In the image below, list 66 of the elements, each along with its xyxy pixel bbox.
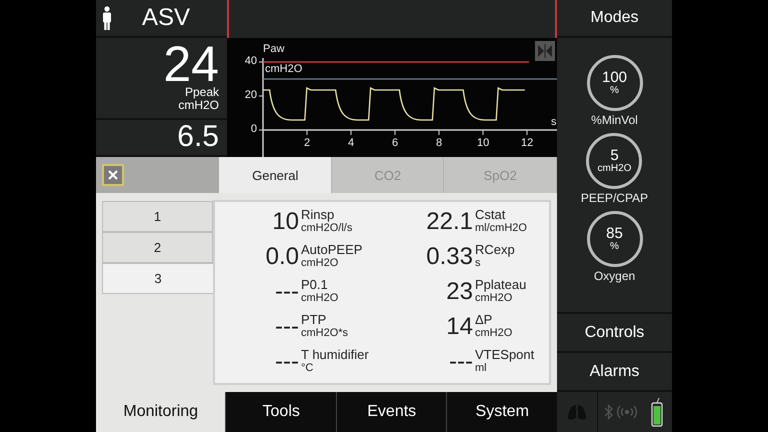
x-tick-label: 10 bbox=[477, 137, 490, 149]
parameter-name: P0.1 bbox=[301, 278, 329, 292]
control-name: %MinVol bbox=[591, 113, 638, 127]
parameter-value: 14 bbox=[445, 314, 473, 340]
close-icon bbox=[108, 170, 118, 180]
parameter-name: VTESpont bbox=[475, 348, 536, 362]
parameter-name: Cstat bbox=[475, 208, 506, 222]
parameter-unit: °C bbox=[301, 362, 314, 375]
control-name: PEEP/CPAP bbox=[580, 191, 648, 205]
x-unit-label: s bbox=[551, 116, 556, 128]
page-tab[interactable]: 1 bbox=[102, 201, 213, 232]
x-tick-label: 2 bbox=[304, 137, 310, 149]
y-tick-label: 20 bbox=[244, 89, 257, 101]
page-tab[interactable]: 3 bbox=[102, 263, 213, 294]
parameter-unit: cmH2O bbox=[301, 257, 340, 270]
parameter-name: Rinsp bbox=[301, 208, 336, 222]
parameter-group-tab[interactable]: General bbox=[219, 157, 332, 193]
x-tick-label: 4 bbox=[348, 137, 354, 149]
parameter-value: --- bbox=[274, 348, 299, 374]
parameter-unit: cmH2O bbox=[475, 292, 514, 305]
parameter-unit: cmH2O bbox=[475, 327, 514, 340]
control-name: Oxygen bbox=[594, 269, 636, 283]
page-tab[interactable]: 2 bbox=[102, 232, 213, 263]
y-tick-label: 0 bbox=[250, 123, 257, 135]
parameter-value: --- bbox=[448, 348, 473, 374]
parameter-unit: cmH2O bbox=[301, 292, 340, 305]
y-tick-label: 40 bbox=[244, 55, 257, 67]
waveform-title: Paw bbox=[263, 43, 284, 55]
reading-unit: cmH2O bbox=[178, 99, 219, 112]
parameter-unit: ml/cmH2O bbox=[475, 222, 528, 235]
parameter-name: PTP bbox=[301, 313, 328, 327]
parameter-name: Pplateau bbox=[475, 278, 528, 292]
parameter-value: 23 bbox=[445, 278, 473, 304]
parameter-value: 10 bbox=[271, 208, 299, 234]
control-dial[interactable]: 5 cmH2O bbox=[586, 133, 642, 189]
parameter-value: 0.0 bbox=[264, 244, 299, 270]
mode-label: ASV bbox=[142, 4, 190, 32]
parameter-unit: ml bbox=[475, 362, 488, 375]
reading-name: Ppeak bbox=[184, 86, 219, 99]
x-tick-label: 6 bbox=[392, 137, 398, 149]
waveform-unit: cmH2O bbox=[265, 63, 302, 75]
nav-tab[interactable]: Tools bbox=[225, 392, 336, 432]
parameter-name: T humidifier bbox=[301, 348, 370, 362]
parameter-name: RCexp bbox=[475, 243, 516, 257]
x-tick-label: 8 bbox=[436, 137, 442, 149]
parameter-unit: cmH2O*s bbox=[301, 327, 350, 340]
person-icon bbox=[102, 6, 112, 30]
parameter-value: --- bbox=[274, 314, 299, 340]
close-button[interactable] bbox=[102, 164, 124, 186]
x-tick-label: 12 bbox=[521, 137, 534, 149]
parameter-unit: cmH2O/l/s bbox=[301, 222, 354, 235]
wireless-icon bbox=[616, 405, 636, 419]
nav-tab[interactable]: System bbox=[446, 392, 557, 432]
control-dial[interactable]: 85 % bbox=[586, 211, 642, 267]
reading-value: 24 bbox=[163, 42, 219, 86]
parameter-name: AutoPEEP bbox=[301, 243, 364, 257]
reading-value: 6.5 bbox=[177, 121, 219, 153]
battery-icon bbox=[651, 397, 663, 427]
control-dial[interactable]: 100 % bbox=[586, 55, 642, 111]
parameter-unit: s bbox=[475, 257, 482, 270]
bluetooth-icon bbox=[604, 404, 612, 420]
nav-tab[interactable]: Events bbox=[336, 392, 446, 432]
parameter-value: 0.33 bbox=[425, 244, 473, 270]
parameter-value: 22.1 bbox=[425, 208, 473, 234]
parameter-name: ΔP bbox=[475, 313, 494, 327]
parameter-value: --- bbox=[274, 278, 299, 304]
